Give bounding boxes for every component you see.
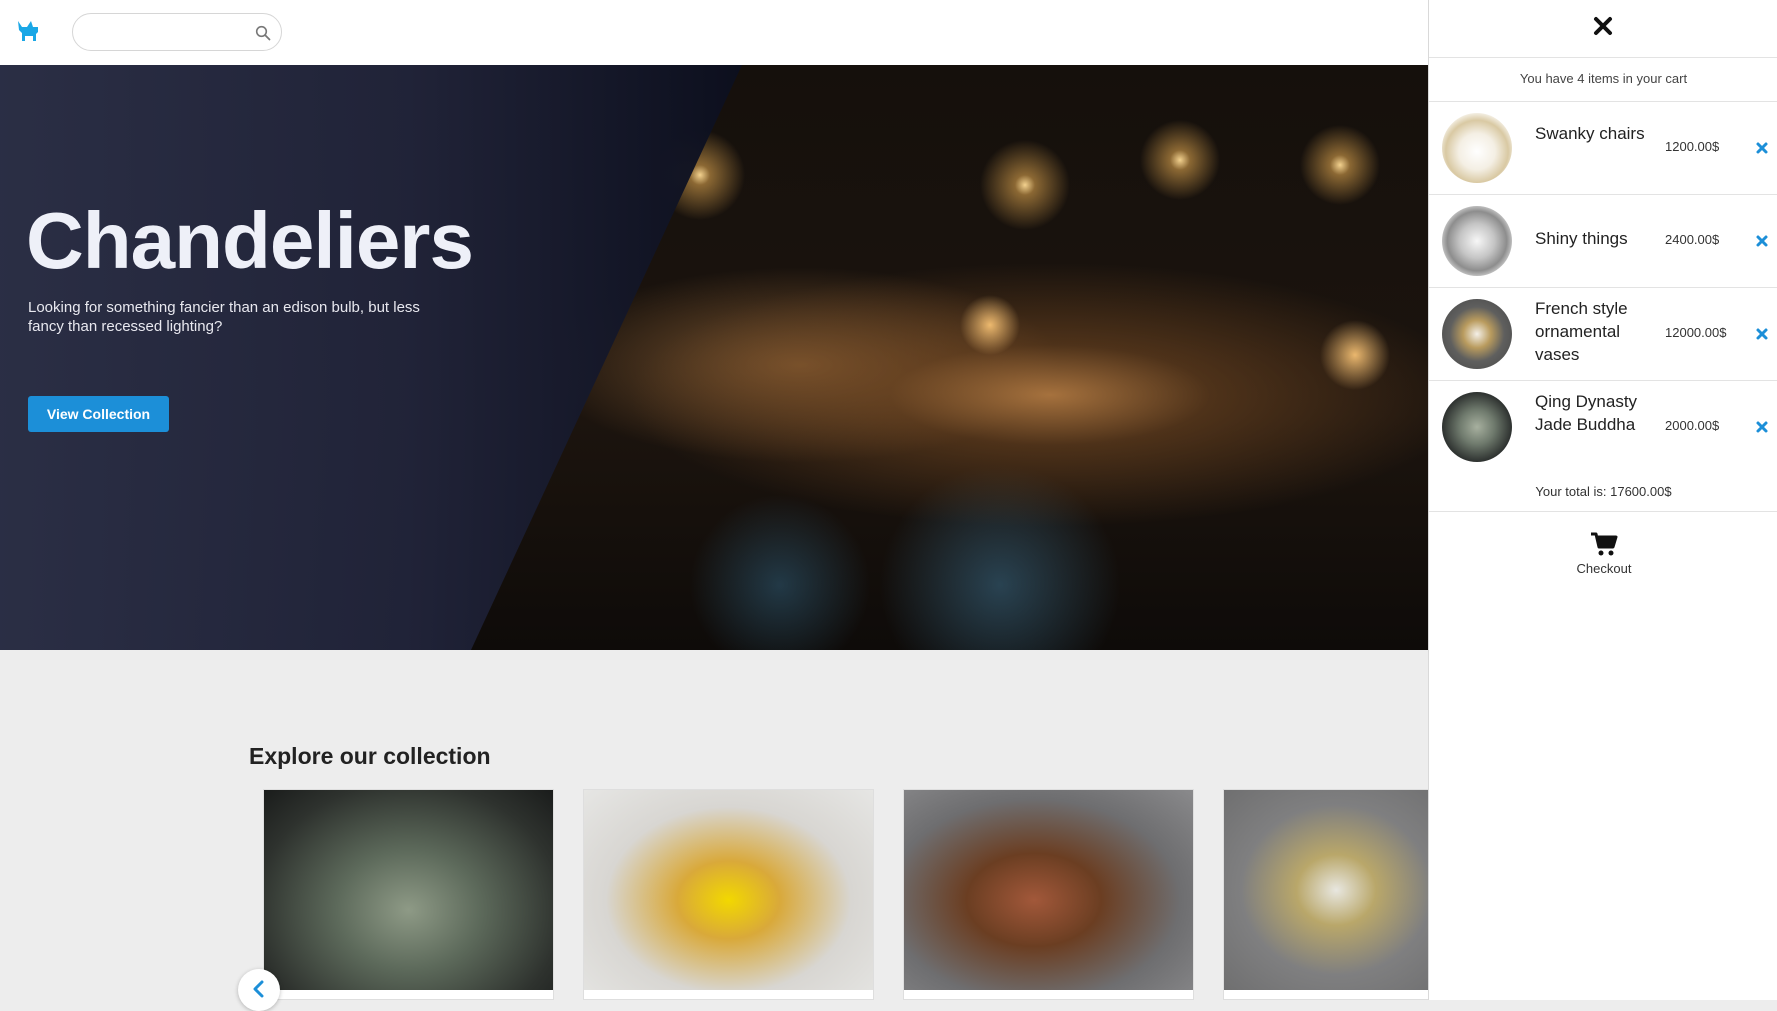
remove-item-button[interactable]: [1754, 326, 1770, 342]
cat-icon[interactable]: [15, 18, 41, 44]
remove-icon: [1756, 328, 1768, 340]
cart-item-thumbnail: [1442, 113, 1512, 183]
collection-card-chair[interactable]: [583, 789, 874, 1000]
search-icon[interactable]: [255, 25, 271, 41]
cart-total: Your total is: 17600.00$: [1429, 484, 1777, 499]
jade-buddha-image: [264, 790, 553, 990]
cart-item-thumbnail: [1442, 299, 1512, 369]
divider: [1429, 57, 1777, 58]
collection-title: Explore our collection: [249, 743, 491, 769]
checkout-button[interactable]: Checkout: [1563, 520, 1645, 582]
cart-item-price: 12000.00$: [1665, 325, 1727, 340]
yellow-chair-image: [584, 790, 873, 990]
remove-icon: [1756, 142, 1768, 154]
search-input[interactable]: [87, 22, 247, 42]
cart-count-text: You have 4 items in your cart: [1519, 71, 1688, 86]
cart-item-name: Shiny things: [1535, 229, 1628, 248]
cart-item-name: Qing Dynasty Jade Buddha: [1535, 392, 1638, 434]
collection-card-jade-buddha[interactable]: [263, 789, 554, 1000]
cart-item-name: Swanky chairs: [1535, 124, 1645, 143]
cart-item: Shiny things 2400.00$: [1429, 195, 1777, 287]
ornamental-vase-image: [1224, 790, 1428, 990]
collection-card-vase[interactable]: [1223, 789, 1428, 1000]
carousel-prev-button[interactable]: [238, 969, 280, 1011]
secretary-desk-image: [904, 790, 1193, 990]
cart-item-thumbnail: [1442, 206, 1512, 276]
view-collection-button[interactable]: View Collection: [28, 396, 169, 432]
cart-item: French style ornamental vases 12000.00$: [1429, 288, 1777, 380]
cart-icon: [1591, 532, 1618, 555]
cart-item-price: 2000.00$: [1665, 418, 1720, 433]
cart-item: Qing Dynasty Jade Buddha 2000.00$: [1429, 381, 1777, 473]
cart-total-label: Your total is:: [1535, 484, 1607, 499]
remove-item-button[interactable]: [1754, 140, 1770, 156]
chevron-left-icon: [253, 980, 264, 998]
top-bar: [0, 0, 1428, 65]
collection-card-secretary-desk[interactable]: [903, 789, 1194, 1000]
remove-icon: [1756, 235, 1768, 247]
cart-total-value: 17600.00$: [1610, 484, 1672, 499]
divider: [1429, 511, 1777, 512]
checkout-label: Checkout: [1576, 560, 1632, 576]
hero-banner: Chandeliers Looking for something fancie…: [0, 65, 1428, 650]
cart-item-price: 1200.00$: [1665, 139, 1720, 154]
hero-title: Chandeliers: [26, 196, 474, 285]
remove-item-button[interactable]: [1754, 233, 1770, 249]
close-icon: [1594, 17, 1612, 35]
close-cart-button[interactable]: [1591, 14, 1615, 38]
hero-diagonal-overlay: [0, 65, 742, 650]
remove-icon: [1756, 421, 1768, 433]
remove-item-button[interactable]: [1754, 419, 1770, 435]
cart-panel: You have 4 items in your cart Swanky cha…: [1428, 0, 1777, 1000]
search-box[interactable]: [72, 13, 282, 51]
hero-subtitle: Looking for something fancier than an ed…: [28, 299, 420, 335]
cart-item-thumbnail: [1442, 392, 1512, 462]
cart-item: Swanky chairs 1200.00$: [1429, 102, 1777, 194]
cart-item-price: 2400.00$: [1665, 232, 1720, 247]
cart-item-name: French style ornamental vases: [1535, 299, 1628, 364]
